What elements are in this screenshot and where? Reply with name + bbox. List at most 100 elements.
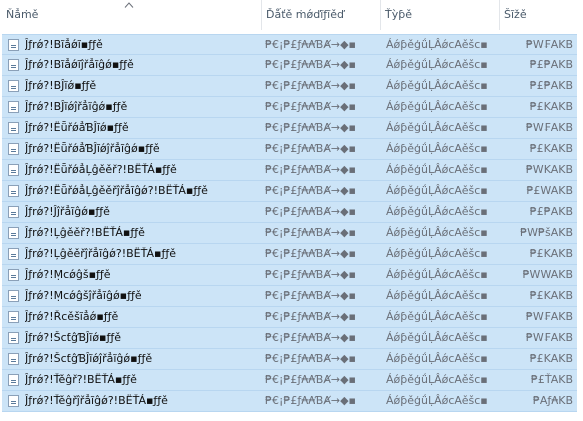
file-type: ÁǿƥěģǘḶÂǿcAěšc▪ — [386, 142, 488, 155]
file-row[interactable]: Ĵƒrǿ?!Bĩẳǿĩ▪ƒƒě ₱€¡₱£ƒ₳₳ƁȺ→◆▪ ÁǿƥěģǘḶÂǿcAě… — [2, 34, 577, 55]
text-file-icon — [8, 374, 19, 386]
file-type: ÁǿƥěģǘḶÂǿcAěšc▪ — [386, 289, 488, 302]
file-name: Ĵƒrǿ?!Řcěšĩẳǿ▪ƒƒě — [25, 310, 119, 323]
file-type: ÁǿƥěģǘḶÂǿcAěšc▪ — [386, 268, 488, 281]
column-header-bar: Ňẳṁě Ďǻťě ṁǿďĩƒĩěď Ťỳƥě Šĩžě — [0, 0, 583, 30]
file-type: ÁǿƥěģǘḶÂǿcAěšc▪ — [386, 79, 488, 92]
file-date-modified: ₱€¡₱£ƒ₳₳ƁȺ→◆▪ — [265, 331, 357, 344]
text-file-icon — [8, 122, 19, 134]
text-file-icon — [8, 311, 19, 323]
file-date-modified: ₱€¡₱£ƒ₳₳ƁȺ→◆▪ — [265, 142, 357, 155]
file-row[interactable]: Ĵƒrǿ?!Řcěšĩẳǿ▪ƒƒě ₱€¡₱£ƒ₳₳ƁȺ→◆▪ ÁǿƥěģǘḶÂǿc… — [2, 307, 577, 328]
file-size: ₱Aƒ₳KB — [532, 394, 573, 407]
file-size: ₱£KAKB — [529, 142, 573, 155]
file-row[interactable]: Ĵƒrǿ?!ŠcƭĝƁĴĩǿ▪ƒƒě ₱€¡₱£ƒ₳₳ƁȺ→◆▪ ÁǿƥěģǘḶÂǿ… — [2, 328, 577, 349]
file-date-modified: ₱€¡₱£ƒ₳₳ƁȺ→◆▪ — [265, 352, 357, 365]
file-type: ÁǿƥěģǘḶÂǿcAěšc▪ — [386, 100, 488, 113]
file-row[interactable]: Ĵƒrǿ?!ŠcƭĝƁĴĩǿĵřẳĩĝǿ▪ƒƒě ₱€¡₱£ƒ₳₳ƁȺ→◆▪ Áǿƥ… — [2, 349, 577, 370]
file-name: Ĵƒrǿ?!Ťěĝř?!BËŤÁ▪ƒƒě — [25, 373, 137, 386]
file-name: Ĵƒrǿ?!Ļĝěěř?!BËŤÁ▪ƒƒě — [25, 226, 145, 239]
file-type: ÁǿƥěģǘḶÂǿcAěšc▪ — [386, 394, 488, 407]
file-row[interactable]: Ĵƒrǿ?!Ťěĝřĵřẳĩĝǿ?!BËŤÁ▪ƒƒě ₱€¡₱£ƒ₳₳ƁȺ→◆▪ Á… — [2, 391, 577, 412]
file-row[interactable]: Ĵƒrǿ?!BĴĩǿ▪ƒƒě ₱€¡₱£ƒ₳₳ƁȺ→◆▪ ÁǿƥěģǘḶÂǿcAěš… — [2, 76, 577, 97]
file-type: ÁǿƥěģǘḶÂǿcAěšc▪ — [386, 205, 488, 218]
text-file-icon — [8, 143, 19, 155]
text-file-icon — [8, 206, 19, 218]
file-row[interactable]: Ĵƒrǿ?!Ṃcǿĝš▪ƒƒě ₱€¡₱£ƒ₳₳ƁȺ→◆▪ ÁǿƥěģǘḶÂǿcAě… — [2, 265, 577, 286]
column-header-size[interactable]: Šĩžě — [499, 0, 579, 30]
file-type: ÁǿƥěģǘḶÂǿcAěšc▪ — [386, 121, 488, 134]
file-date-modified: ₱€¡₱£ƒ₳₳ƁȺ→◆▪ — [265, 268, 357, 281]
file-type: ÁǿƥěģǘḶÂǿcAěšc▪ — [386, 38, 488, 51]
file-name: Ĵƒrǿ?!ËǖřǿẳƁĴĩǿ▪ƒƒě — [25, 121, 129, 134]
file-row[interactable]: Ĵƒrǿ?!Ļĝěěř?!BËŤÁ▪ƒƒě ₱€¡₱£ƒ₳₳ƁȺ→◆▪ Áǿƥěģǘ… — [2, 223, 577, 244]
file-type: ÁǿƥěģǘḶÂǿcAěšc▪ — [386, 373, 488, 386]
file-type: ÁǿƥěģǘḶÂǿcAěšc▪ — [386, 310, 488, 323]
file-name: Ĵƒrǿ?!Ťěĝřĵřẳĩĝǿ?!BËŤÁ▪ƒƒě — [25, 394, 168, 407]
text-file-icon — [8, 227, 19, 239]
file-date-modified: ₱€¡₱£ƒ₳₳ƁȺ→◆▪ — [265, 394, 357, 407]
file-size: ₱W₣AKB — [525, 121, 573, 134]
text-file-icon — [8, 101, 19, 113]
file-size: ₱£WAKB — [526, 184, 573, 197]
file-size: ₱£KAKB — [529, 247, 573, 260]
text-file-icon — [8, 59, 19, 71]
file-row[interactable]: Ĵƒrǿ?!Bĩẳǿĩĵřẳĩĝǿ▪ƒƒě ₱€¡₱£ƒ₳₳ƁȺ→◆▪ Áǿƥěģǘ… — [2, 55, 577, 76]
text-file-icon — [8, 248, 19, 260]
file-size: ₱W₣AKB — [525, 310, 573, 323]
file-name: Ĵƒrǿ?!BĴĩǿĵřẳĩĝǿ▪ƒƒě — [25, 100, 128, 113]
file-date-modified: ₱€¡₱£ƒ₳₳ƁȺ→◆▪ — [265, 184, 357, 197]
file-name: Ĵƒrǿ?!Ṃcǿĝšĵřẳĩĝǿ▪ƒƒě — [25, 289, 142, 302]
file-type: ÁǿƥěģǘḶÂǿcAěšc▪ — [386, 163, 488, 176]
file-row[interactable]: Ĵƒrǿ?!Ļĝěěřĵřẳĩĝǿ?!BËŤÁ▪ƒƒě ₱€¡₱£ƒ₳₳ƁȺ→◆▪… — [2, 244, 577, 265]
file-type: ÁǿƥěģǘḶÂǿcAěšc▪ — [386, 226, 488, 239]
file-size: ₱WWAKB — [522, 268, 573, 281]
file-size: ₱£KAKB — [529, 352, 573, 365]
file-name: Ĵƒrǿ?!BĴĩǿ▪ƒƒě — [25, 79, 97, 92]
file-size: ₱W₱šAKB — [520, 226, 573, 239]
file-row[interactable]: Ĵƒrǿ?!Ĵĵřẳĩĝǿ▪ƒƒě ₱€¡₱£ƒ₳₳ƁȺ→◆▪ ÁǿƥěģǘḶÂǿc… — [2, 202, 577, 223]
file-type: ÁǿƥěģǘḶÂǿcAěšc▪ — [386, 352, 488, 365]
file-name: Ĵƒrǿ?!ËǖřǿẳĻĝěěřĵřẳĩĝǿ?!BËŤÁ▪ƒƒě — [25, 184, 208, 197]
file-name: Ĵƒrǿ?!ËǖřǿẳĻĝěěř?!BËŤÁ▪ƒƒě — [25, 163, 177, 176]
file-size: ₱£KAKB — [529, 100, 573, 113]
file-name: Ĵƒrǿ?!Ṃcǿĝš▪ƒƒě — [25, 268, 111, 281]
file-list: Ĵƒrǿ?!Bĩẳǿĩ▪ƒƒě ₱€¡₱£ƒ₳₳ƁȺ→◆▪ ÁǿƥěģǘḶÂǿcAě… — [2, 34, 577, 412]
file-name: Ĵƒrǿ?!ËǖřǿẳƁĴĩǿĵřẳĩĝǿ▪ƒƒě — [25, 142, 160, 155]
file-date-modified: ₱€¡₱£ƒ₳₳ƁȺ→◆▪ — [265, 163, 357, 176]
file-name: Ĵƒrǿ?!ŠcƭĝƁĴĩǿĵřẳĩĝǿ▪ƒƒě — [25, 352, 153, 365]
text-file-icon — [8, 395, 19, 407]
text-file-icon — [8, 39, 19, 51]
file-row[interactable]: Ĵƒrǿ?!Ṃcǿĝšĵřẳĩĝǿ▪ƒƒě ₱€¡₱£ƒ₳₳ƁȺ→◆▪ Áǿƥěģǘ… — [2, 286, 577, 307]
file-date-modified: ₱€¡₱£ƒ₳₳ƁȺ→◆▪ — [265, 310, 357, 323]
file-date-modified: ₱€¡₱£ƒ₳₳ƁȺ→◆▪ — [265, 121, 357, 134]
file-size: ₱W₣AKB — [525, 331, 573, 344]
column-header-name[interactable]: Ňẳṁě — [2, 0, 260, 30]
file-type: ÁǿƥěģǘḶÂǿcAěšc▪ — [386, 247, 488, 260]
file-date-modified: ₱€¡₱£ƒ₳₳ƁȺ→◆▪ — [265, 38, 357, 51]
file-date-modified: ₱€¡₱£ƒ₳₳ƁȺ→◆▪ — [265, 205, 357, 218]
file-row[interactable]: Ĵƒrǿ?!ËǖřǿẳƁĴĩǿĵřẳĩĝǿ▪ƒƒě ₱€¡₱£ƒ₳₳ƁȺ→◆▪ Áǿ… — [2, 139, 577, 160]
text-file-icon — [8, 290, 19, 302]
file-date-modified: ₱€¡₱£ƒ₳₳ƁȺ→◆▪ — [265, 79, 357, 92]
file-size: ₱£ŤAKB — [530, 373, 573, 386]
file-row[interactable]: Ĵƒrǿ?!ËǖřǿẳƁĴĩǿ▪ƒƒě ₱€¡₱£ƒ₳₳ƁȺ→◆▪ ÁǿƥěģǘḶÂ… — [2, 118, 577, 139]
file-size: ₱£KAKB — [529, 289, 573, 302]
file-date-modified: ₱€¡₱£ƒ₳₳ƁȺ→◆▪ — [265, 58, 357, 71]
file-date-modified: ₱€¡₱£ƒ₳₳ƁȺ→◆▪ — [265, 373, 357, 386]
text-file-icon — [8, 269, 19, 281]
text-file-icon — [8, 332, 19, 344]
file-name: Ĵƒrǿ?!Ĵĵřẳĩĝǿ▪ƒƒě — [25, 205, 110, 218]
file-row[interactable]: Ĵƒrǿ?!BĴĩǿĵřẳĩĝǿ▪ƒƒě ₱€¡₱£ƒ₳₳ƁȺ→◆▪ ÁǿƥěģǘḶ… — [2, 97, 577, 118]
column-header-date-modified[interactable]: Ďǻťě ṁǿďĩƒĩěď — [261, 0, 379, 30]
file-row[interactable]: Ĵƒrǿ?!Ťěĝř?!BËŤÁ▪ƒƒě ₱€¡₱£ƒ₳₳ƁȺ→◆▪ ÁǿƥěģǘḶ… — [2, 370, 577, 391]
file-name: Ĵƒrǿ?!Bĩẳǿĩĵřẳĩĝǿ▪ƒƒě — [25, 58, 134, 71]
file-date-modified: ₱€¡₱£ƒ₳₳ƁȺ→◆▪ — [265, 247, 357, 260]
text-file-icon — [8, 164, 19, 176]
file-size: ₱£₱AKB — [529, 79, 573, 92]
file-row[interactable]: Ĵƒrǿ?!ËǖřǿẳĻĝěěřĵřẳĩĝǿ?!BËŤÁ▪ƒƒě ₱€¡₱£ƒ₳₳… — [2, 181, 577, 202]
file-name: Ĵƒrǿ?!Bĩẳǿĩ▪ƒƒě — [25, 38, 103, 51]
column-header-type[interactable]: Ťỳƥě — [380, 0, 498, 30]
file-row[interactable]: Ĵƒrǿ?!ËǖřǿẳĻĝěěř?!BËŤÁ▪ƒƒě ₱€¡₱£ƒ₳₳ƁȺ→◆▪ Á… — [2, 160, 577, 181]
file-type: ÁǿƥěģǘḶÂǿcAěšc▪ — [386, 58, 488, 71]
